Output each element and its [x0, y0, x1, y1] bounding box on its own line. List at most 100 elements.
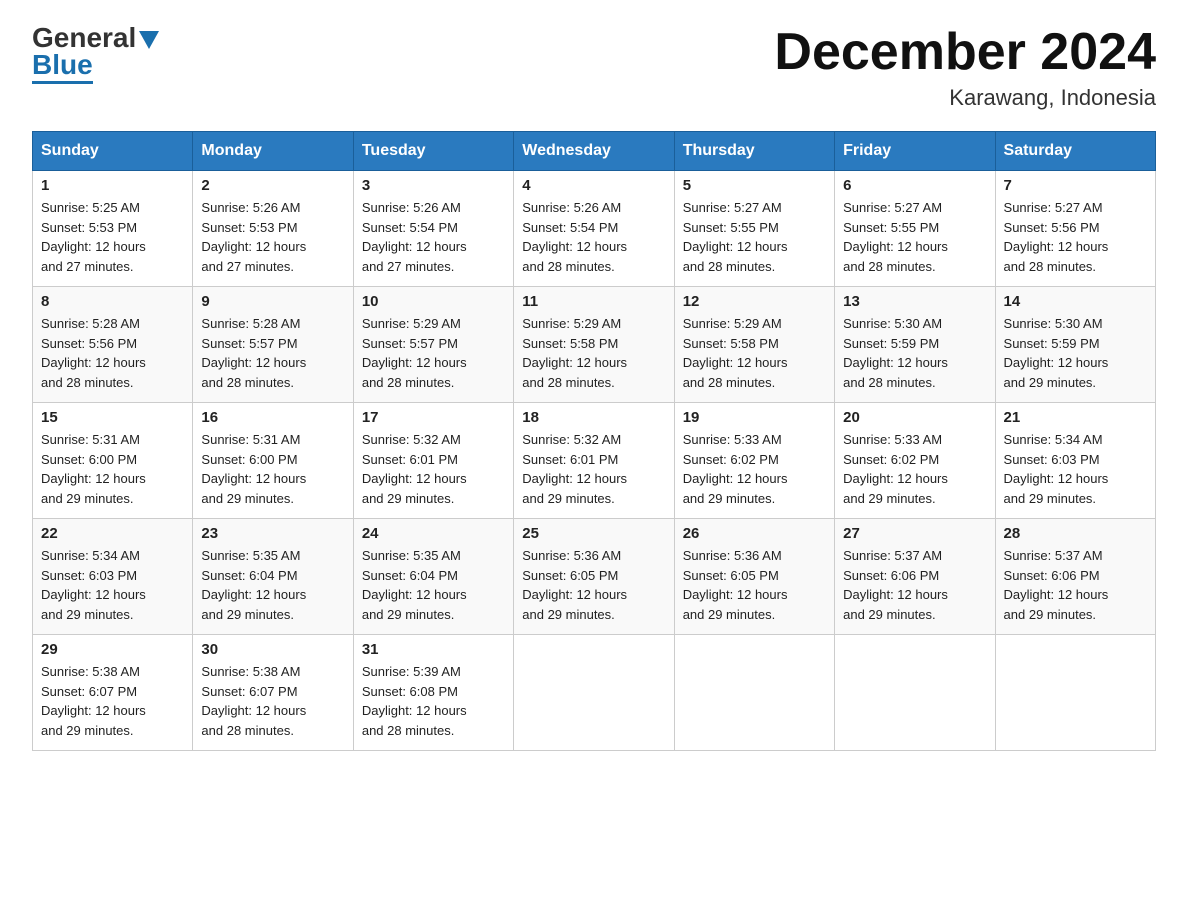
day-info: Sunrise: 5:28 AMSunset: 5:57 PMDaylight:…	[201, 314, 344, 392]
day-number: 20	[843, 409, 986, 426]
day-number: 9	[201, 293, 344, 310]
col-saturday: Saturday	[995, 132, 1155, 171]
logo: General Blue	[32, 24, 159, 84]
day-info: Sunrise: 5:25 AMSunset: 5:53 PMDaylight:…	[41, 198, 184, 276]
calendar-week-row: 8 Sunrise: 5:28 AMSunset: 5:56 PMDaylight…	[33, 287, 1156, 403]
day-info: Sunrise: 5:32 AMSunset: 6:01 PMDaylight:…	[522, 430, 665, 508]
day-number: 28	[1004, 525, 1147, 542]
table-row: 2 Sunrise: 5:26 AMSunset: 5:53 PMDaylight…	[193, 171, 353, 287]
table-row: 31 Sunrise: 5:39 AMSunset: 6:08 PMDayligh…	[353, 635, 513, 751]
title-block: December 2024 Karawang, Indonesia	[774, 24, 1156, 111]
col-sunday: Sunday	[33, 132, 193, 171]
day-info: Sunrise: 5:37 AMSunset: 6:06 PMDaylight:…	[843, 546, 986, 624]
day-info: Sunrise: 5:31 AMSunset: 6:00 PMDaylight:…	[41, 430, 184, 508]
table-row: 6 Sunrise: 5:27 AMSunset: 5:55 PMDaylight…	[835, 171, 995, 287]
table-row: 24 Sunrise: 5:35 AMSunset: 6:04 PMDayligh…	[353, 519, 513, 635]
day-number: 24	[362, 525, 505, 542]
days-of-week-row: Sunday Monday Tuesday Wednesday Thursday…	[33, 132, 1156, 171]
day-info: Sunrise: 5:39 AMSunset: 6:08 PMDaylight:…	[362, 662, 505, 740]
day-number: 10	[362, 293, 505, 310]
table-row	[674, 635, 834, 751]
day-number: 6	[843, 177, 986, 194]
table-row: 17 Sunrise: 5:32 AMSunset: 6:01 PMDayligh…	[353, 403, 513, 519]
table-row: 30 Sunrise: 5:38 AMSunset: 6:07 PMDayligh…	[193, 635, 353, 751]
table-row: 15Sunrise: 5:31 AMSunset: 6:00 PMDayligh…	[33, 403, 193, 519]
day-number: 30	[201, 641, 344, 658]
day-info: Sunrise: 5:33 AMSunset: 6:02 PMDaylight:…	[683, 430, 826, 508]
day-number: 12	[683, 293, 826, 310]
day-number: 25	[522, 525, 665, 542]
location-subtitle: Karawang, Indonesia	[774, 85, 1156, 111]
day-info: Sunrise: 5:38 AMSunset: 6:07 PMDaylight:…	[41, 662, 184, 740]
day-info: Sunrise: 5:27 AMSunset: 5:55 PMDaylight:…	[683, 198, 826, 276]
day-info: Sunrise: 5:36 AMSunset: 6:05 PMDaylight:…	[522, 546, 665, 624]
table-row: 27Sunrise: 5:37 AMSunset: 6:06 PMDayligh…	[835, 519, 995, 635]
page-header: General Blue December 2024 Karawang, Ind…	[32, 24, 1156, 111]
day-number: 18	[522, 409, 665, 426]
table-row: 13Sunrise: 5:30 AMSunset: 5:59 PMDayligh…	[835, 287, 995, 403]
col-thursday: Thursday	[674, 132, 834, 171]
day-number: 31	[362, 641, 505, 658]
logo-blue-text: Blue	[32, 50, 93, 84]
calendar-table: Sunday Monday Tuesday Wednesday Thursday…	[32, 131, 1156, 751]
col-wednesday: Wednesday	[514, 132, 674, 171]
day-number: 22	[41, 525, 184, 542]
day-info: Sunrise: 5:36 AMSunset: 6:05 PMDaylight:…	[683, 546, 826, 624]
day-number: 11	[522, 293, 665, 310]
day-number: 7	[1004, 177, 1147, 194]
day-info: Sunrise: 5:26 AMSunset: 5:54 PMDaylight:…	[522, 198, 665, 276]
day-info: Sunrise: 5:29 AMSunset: 5:57 PMDaylight:…	[362, 314, 505, 392]
table-row: 25 Sunrise: 5:36 AMSunset: 6:05 PMDayligh…	[514, 519, 674, 635]
table-row: 11Sunrise: 5:29 AMSunset: 5:58 PMDayligh…	[514, 287, 674, 403]
day-info: Sunrise: 5:32 AMSunset: 6:01 PMDaylight:…	[362, 430, 505, 508]
table-row: 1 Sunrise: 5:25 AMSunset: 5:53 PMDaylight…	[33, 171, 193, 287]
day-number: 13	[843, 293, 986, 310]
table-row: 5 Sunrise: 5:27 AMSunset: 5:55 PMDaylight…	[674, 171, 834, 287]
day-number: 5	[683, 177, 826, 194]
table-row: 26 Sunrise: 5:36 AMSunset: 6:05 PMDayligh…	[674, 519, 834, 635]
calendar-week-row: 29 Sunrise: 5:38 AMSunset: 6:07 PMDayligh…	[33, 635, 1156, 751]
month-title: December 2024	[774, 24, 1156, 81]
table-row: 3Sunrise: 5:26 AMSunset: 5:54 PMDaylight…	[353, 171, 513, 287]
calendar-week-row: 1 Sunrise: 5:25 AMSunset: 5:53 PMDaylight…	[33, 171, 1156, 287]
table-row: 9 Sunrise: 5:28 AMSunset: 5:57 PMDaylight…	[193, 287, 353, 403]
day-number: 14	[1004, 293, 1147, 310]
table-row: 7Sunrise: 5:27 AMSunset: 5:56 PMDaylight…	[995, 171, 1155, 287]
table-row: 23 Sunrise: 5:35 AMSunset: 6:04 PMDayligh…	[193, 519, 353, 635]
day-info: Sunrise: 5:35 AMSunset: 6:04 PMDaylight:…	[362, 546, 505, 624]
day-info: Sunrise: 5:28 AMSunset: 5:56 PMDaylight:…	[41, 314, 184, 392]
day-number: 17	[362, 409, 505, 426]
day-number: 26	[683, 525, 826, 542]
table-row: 16Sunrise: 5:31 AMSunset: 6:00 PMDayligh…	[193, 403, 353, 519]
day-info: Sunrise: 5:33 AMSunset: 6:02 PMDaylight:…	[843, 430, 986, 508]
logo-general-text: General	[32, 24, 136, 52]
table-row: 20 Sunrise: 5:33 AMSunset: 6:02 PMDayligh…	[835, 403, 995, 519]
table-row: 4 Sunrise: 5:26 AMSunset: 5:54 PMDaylight…	[514, 171, 674, 287]
day-info: Sunrise: 5:34 AMSunset: 6:03 PMDaylight:…	[41, 546, 184, 624]
table-row: 18 Sunrise: 5:32 AMSunset: 6:01 PMDayligh…	[514, 403, 674, 519]
day-number: 1	[41, 177, 184, 194]
day-info: Sunrise: 5:37 AMSunset: 6:06 PMDaylight:…	[1004, 546, 1147, 624]
day-number: 8	[41, 293, 184, 310]
table-row: 28 Sunrise: 5:37 AMSunset: 6:06 PMDayligh…	[995, 519, 1155, 635]
day-info: Sunrise: 5:30 AMSunset: 5:59 PMDaylight:…	[1004, 314, 1147, 392]
table-row: 29 Sunrise: 5:38 AMSunset: 6:07 PMDayligh…	[33, 635, 193, 751]
logo-arrow-icon	[139, 31, 159, 49]
day-info: Sunrise: 5:26 AMSunset: 5:54 PMDaylight:…	[362, 198, 505, 276]
day-number: 23	[201, 525, 344, 542]
table-row	[514, 635, 674, 751]
day-number: 2	[201, 177, 344, 194]
day-number: 29	[41, 641, 184, 658]
calendar-week-row: 15Sunrise: 5:31 AMSunset: 6:00 PMDayligh…	[33, 403, 1156, 519]
day-info: Sunrise: 5:38 AMSunset: 6:07 PMDaylight:…	[201, 662, 344, 740]
day-info: Sunrise: 5:27 AMSunset: 5:55 PMDaylight:…	[843, 198, 986, 276]
day-info: Sunrise: 5:35 AMSunset: 6:04 PMDaylight:…	[201, 546, 344, 624]
col-tuesday: Tuesday	[353, 132, 513, 171]
day-info: Sunrise: 5:26 AMSunset: 5:53 PMDaylight:…	[201, 198, 344, 276]
day-info: Sunrise: 5:34 AMSunset: 6:03 PMDaylight:…	[1004, 430, 1147, 508]
table-row: 14 Sunrise: 5:30 AMSunset: 5:59 PMDayligh…	[995, 287, 1155, 403]
day-number: 4	[522, 177, 665, 194]
calendar-week-row: 22 Sunrise: 5:34 AMSunset: 6:03 PMDayligh…	[33, 519, 1156, 635]
day-number: 19	[683, 409, 826, 426]
day-info: Sunrise: 5:29 AMSunset: 5:58 PMDaylight:…	[683, 314, 826, 392]
